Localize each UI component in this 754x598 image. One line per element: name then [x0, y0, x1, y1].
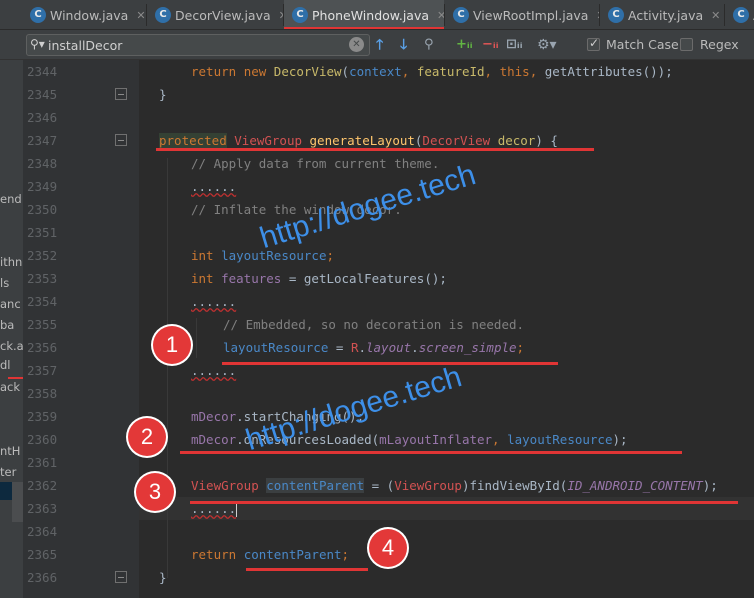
tab-label: Activity.java — [628, 7, 704, 23]
annotation-underline — [156, 148, 594, 151]
annotation-badge-1: 1 — [153, 326, 191, 364]
code-line-2345: } — [159, 87, 167, 102]
code-line-2354: ...... — [191, 294, 237, 309]
code-line-2365: return contentParent; — [191, 547, 350, 562]
line-number: 2351 — [27, 225, 58, 240]
line-number: 2349 — [27, 179, 58, 194]
select-all-occurrences-icon[interactable]: ⊡ᵢᵢ — [506, 35, 523, 55]
annotation-badge-4: 4 — [369, 529, 407, 567]
code-line-2355: // Embedded, so no decoration is needed. — [223, 317, 525, 332]
add-occurrence-icon[interactable]: +ᵢᵢ — [456, 35, 473, 55]
tab-overflow[interactable]: Ac — [725, 0, 754, 29]
panel-fragment: ack — [0, 380, 21, 394]
next-occurrence-icon[interactable]: 🡓 — [400, 35, 407, 55]
java-class-icon — [155, 7, 171, 23]
project-panel-clipped: end ithn ls anc ba ck.a dl ack ntH ter — [0, 60, 23, 598]
regex-label: Regex — [700, 37, 739, 52]
line-number: 2347 — [27, 133, 58, 148]
previous-occurrence-icon[interactable]: 🡑 — [376, 35, 383, 55]
line-number: 2355 — [27, 317, 58, 332]
close-icon[interactable]: ✕ — [711, 9, 720, 22]
line-number: 2362 — [27, 478, 58, 493]
line-number: 2361 — [27, 455, 58, 470]
line-number: 2353 — [27, 271, 58, 286]
panel-fragment: ba — [0, 318, 15, 332]
search-icon[interactable]: ⚲▾ — [30, 37, 45, 51]
java-class-icon — [292, 7, 308, 23]
tab-decorview-java[interactable]: DecorView.java ✕ — [147, 0, 283, 29]
line-number: 2359 — [27, 409, 58, 424]
fold-marker-icon[interactable] — [115, 134, 127, 146]
close-icon[interactable]: ✕ — [136, 9, 145, 22]
annotation-underline — [190, 501, 738, 504]
java-class-icon — [608, 7, 624, 23]
code-line-2353: int features = getLocalFeatures(); — [191, 271, 447, 286]
line-number: 2345 — [27, 87, 58, 102]
clear-search-icon[interactable]: ✕ — [349, 37, 364, 52]
panel-fragment: ck.a — [0, 339, 23, 353]
annotation-badge-2: 2 — [128, 418, 166, 456]
remove-occurrence-icon[interactable]: −ᵢᵢ — [482, 35, 499, 55]
search-input[interactable] — [48, 36, 348, 54]
tab-label: ViewRootImpl.java — [473, 7, 589, 23]
fold-marker-icon[interactable] — [115, 88, 127, 100]
tab-label: Window.java — [50, 7, 129, 23]
annotation-badge-3: 3 — [136, 473, 174, 511]
tab-phonewindow-java[interactable]: PhoneWindow.java ✕ — [284, 0, 444, 29]
line-number: 2350 — [27, 202, 58, 217]
annotation-underline — [222, 362, 558, 365]
java-class-icon — [733, 7, 749, 23]
tab-viewrootimpl-java[interactable]: ViewRootImpl.java ✕ — [445, 0, 599, 29]
line-number: 2356 — [27, 340, 58, 355]
regex-checkbox[interactable] — [680, 38, 693, 51]
panel-fragment: ithn — [0, 255, 23, 269]
line-number: 2348 — [27, 156, 58, 171]
panel-fragment: ls — [0, 276, 10, 290]
panel-fragment: dl — [0, 358, 11, 372]
line-number: 2363 — [27, 501, 58, 516]
tab-window-java[interactable]: Window.java ✕ — [22, 0, 146, 29]
line-number: 2366 — [27, 570, 58, 585]
line-number: 2354 — [27, 294, 58, 309]
java-class-icon — [30, 7, 46, 23]
line-number: 2365 — [27, 547, 58, 562]
code-line-2356: layoutResource = R.layout.screen_simple; — [223, 340, 525, 355]
line-number: 2357 — [27, 363, 58, 378]
find-toolbar: ⚲▾ ✕ 🡑 🡓 ⚲ +ᵢᵢ −ᵢᵢ ⊡ᵢᵢ ⚙▾ Match Case Reg… — [0, 30, 754, 60]
fold-marker-icon[interactable] — [115, 571, 127, 583]
panel-fragment: anc — [0, 297, 21, 311]
settings-gear-icon[interactable]: ⚙▾ — [537, 35, 557, 55]
line-number: 2352 — [27, 248, 58, 263]
line-number: 2358 — [27, 386, 58, 401]
line-number: 2346 — [27, 110, 58, 125]
match-case-checkbox[interactable] — [587, 36, 600, 51]
java-class-icon — [453, 7, 469, 23]
tab-label: DecorView.java — [175, 7, 271, 23]
text-caret — [236, 502, 238, 517]
line-number: 2344 — [27, 64, 58, 79]
panel-fragment: ntH — [0, 444, 21, 458]
panel-fragment: ter — [0, 465, 17, 479]
line-number: 2364 — [27, 524, 58, 539]
line-number: 2360 — [27, 432, 58, 447]
line-number-gutter: 2344 2345 2346 2347 2348 2349 2350 2351 … — [23, 60, 139, 598]
find-all-icon[interactable]: ⚲ — [424, 35, 434, 55]
tab-activity-java[interactable]: Activity.java ✕ — [600, 0, 724, 29]
code-editor[interactable]: return new DecorView(context, featureId,… — [139, 60, 754, 598]
match-case-label: Match Case — [606, 37, 679, 52]
annotation-underline — [246, 568, 368, 571]
panel-fragment: end — [0, 192, 22, 206]
search-box[interactable]: ⚲▾ ✕ — [26, 34, 370, 56]
code-line-2344: return new DecorView(context, featureId,… — [191, 64, 673, 79]
tab-label: PhoneWindow.java — [312, 7, 430, 23]
close-icon[interactable]: ✕ — [437, 9, 444, 22]
code-line-2362: ViewGroup contentParent = (ViewGroup)fin… — [191, 478, 718, 493]
editor-tab-bar: Window.java ✕ DecorView.java ✕ PhoneWind… — [0, 0, 754, 30]
